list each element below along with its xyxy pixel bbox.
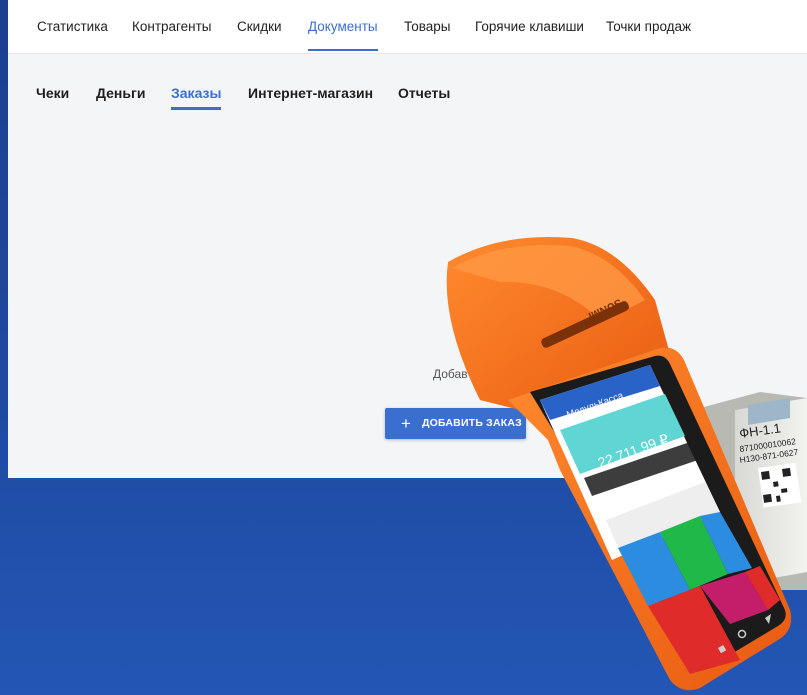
qr-code-icon [758, 462, 802, 508]
pos-terminal-illustration: ФН-1.1 871000010062 Н130-871-0627 SUNMI [446, 237, 807, 691]
